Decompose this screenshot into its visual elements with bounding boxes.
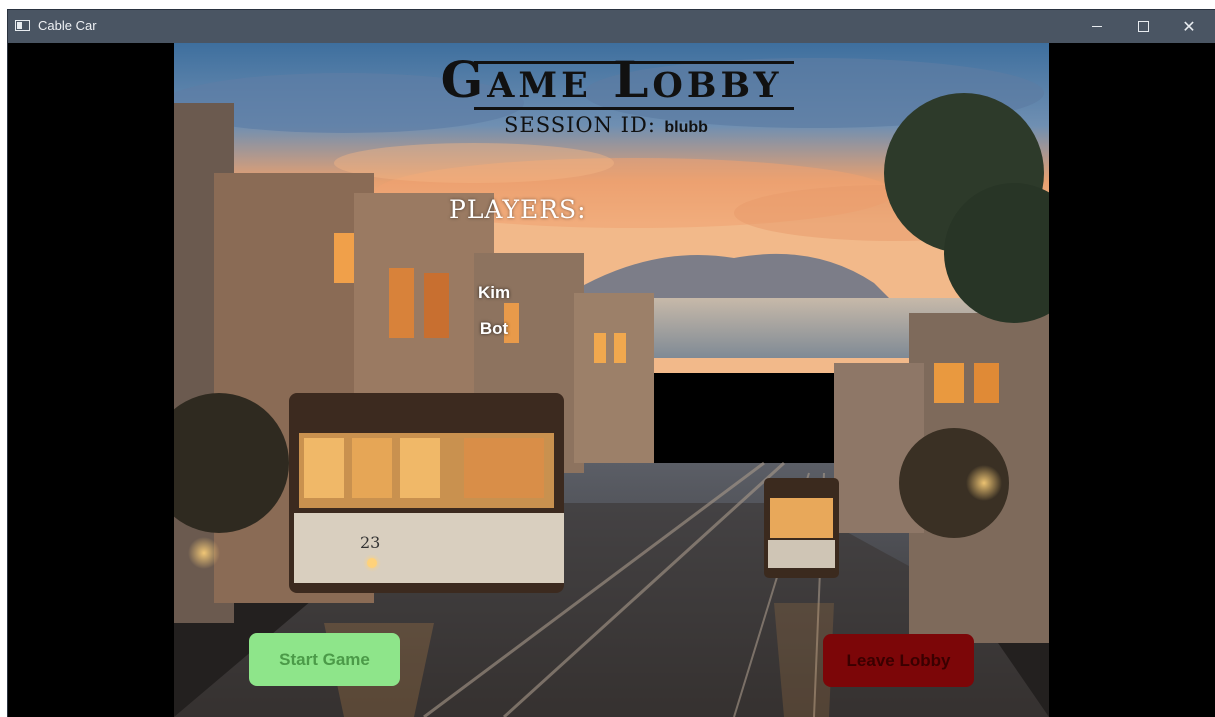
session-label: SESSION ID: [504, 113, 656, 137]
background-scene: 23 Game Lobby SESSION ID: blubb PLAYERS: [174, 43, 1049, 717]
minimize-icon [1092, 26, 1102, 27]
session-info: SESSION ID: blubb [504, 113, 708, 137]
app-window: Cable Car ✕ 23 Game Lobby SESSION ID: bl… [8, 10, 1215, 717]
maximize-icon [1137, 21, 1149, 32]
svg-text:23: 23 [360, 533, 380, 552]
app-window-icon [15, 20, 30, 31]
leave-lobby-button[interactable]: Leave Lobby [823, 634, 974, 687]
city-painting: 23 [174, 43, 1049, 717]
player-name: Bot [479, 319, 509, 338]
start-game-button[interactable]: Start Game [249, 633, 400, 686]
minimize-button[interactable] [1074, 10, 1120, 43]
maximize-button[interactable] [1120, 10, 1166, 43]
title-bar[interactable]: Cable Car ✕ [8, 10, 1215, 43]
close-button[interactable]: ✕ [1166, 10, 1212, 43]
title-rule-bottom [474, 107, 794, 110]
lobby-view: 23 Game Lobby SESSION ID: blubb PLAYERS: [8, 43, 1215, 717]
window-title: Cable Car [38, 18, 97, 33]
close-icon: ✕ [1182, 18, 1196, 36]
player-name: Kim [477, 283, 511, 302]
players-heading: PLAYERS: [449, 195, 587, 224]
session-id: blubb [664, 119, 708, 136]
page-title: Game Lobby [440, 50, 783, 109]
